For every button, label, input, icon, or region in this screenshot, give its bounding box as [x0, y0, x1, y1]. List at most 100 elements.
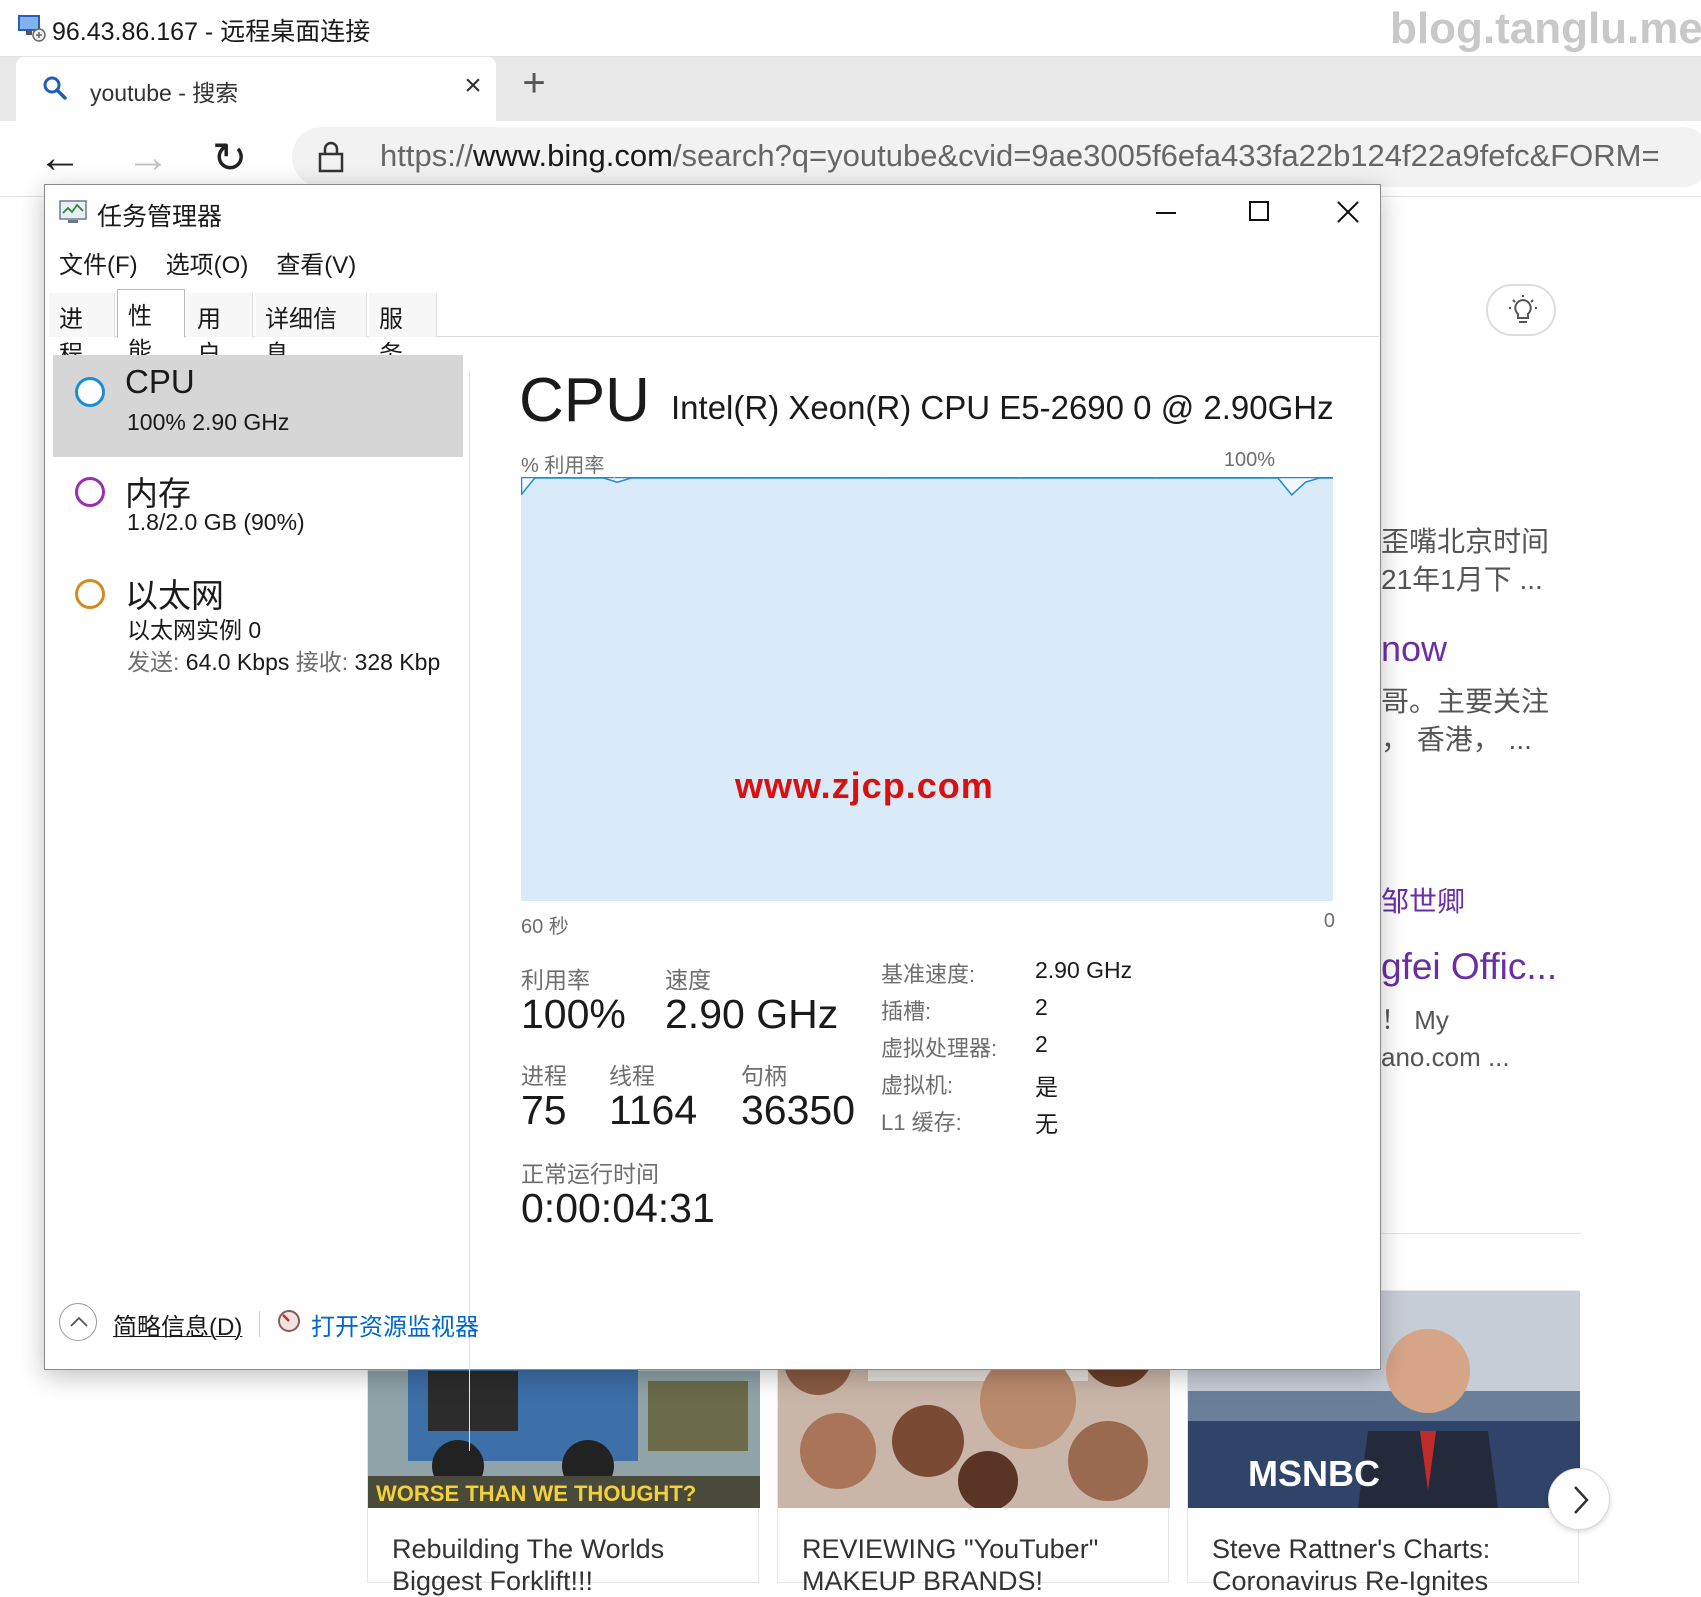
processes-label: 进程: [521, 1063, 567, 1089]
graph-time-end: 0: [1323, 910, 1335, 932]
url-text: https://www.bing.com/search?q=youtube&cv…: [380, 138, 1660, 174]
utilization-value: 100%: [521, 991, 626, 1037]
lightbulb-icon: [1509, 295, 1537, 323]
spec-label-virtual-processors: 虚拟处理器:: [881, 1036, 998, 1061]
video-thumb-caption-3: MSNBC: [1248, 1453, 1380, 1494]
menu-file[interactable]: 文件(F): [59, 245, 138, 279]
bing-snippet-text[interactable]: now: [1381, 628, 1447, 670]
spec-label-l1-cache: L1 缓存:: [881, 1110, 962, 1135]
graph-max-label: 100%: [1223, 449, 1275, 471]
results-divider: [1381, 1233, 1581, 1234]
carousel-next-button[interactable]: [1548, 1468, 1610, 1530]
new-tab-button[interactable]: +: [512, 61, 556, 106]
spec-value-l1-cache: 无: [1035, 1111, 1058, 1137]
url-path: /search?q=youtube&cvid=9ae3005f6efa433fa…: [672, 138, 1660, 173]
task-manager-app-icon: [59, 200, 87, 223]
tab-performance[interactable]: 性能: [117, 289, 185, 365]
url-scheme: https://: [380, 138, 474, 173]
resource-name: 内存: [125, 475, 191, 512]
resource-list: CPU 100% 2.90 GHz 内存 1.8/2.0 GB (90%) 以太…: [53, 355, 463, 1275]
cpu-utilization-graph: [521, 477, 1333, 901]
close-button[interactable]: [1315, 189, 1381, 237]
chevron-right-icon: [1574, 1486, 1589, 1514]
task-manager-window: 任务管理器 文件(F) 选项(O) 查看(V) 进程 性能 用户 详细信息 服务…: [44, 184, 1381, 1451]
cpu-heading: CPU: [519, 366, 650, 435]
video-title-2: REVIEWING "YouTuber" MAKEUP BRANDS!: [802, 1534, 1099, 1596]
bing-snippet-text[interactable]: gfei Offic...: [1381, 946, 1557, 988]
bing-snippet-text: ！ My: [1381, 1005, 1449, 1035]
resource-monitor-icon: [278, 1310, 300, 1332]
browser-tab-youtube-search[interactable]: youtube - 搜索 ×: [16, 57, 496, 121]
resource-item-memory[interactable]: 内存 1.8/2.0 GB (90%): [53, 459, 463, 559]
resource-item-ethernet[interactable]: 以太网 以太网实例 0 发送: 64.0 Kbps 接收: 328 Kbp: [53, 561, 463, 691]
tab-services[interactable]: 服务: [369, 293, 437, 368]
bing-snippet-text: 哥。主要关注: [1381, 686, 1550, 717]
url-host: www.bing.com: [473, 138, 673, 173]
receive-label: 接收:: [295, 649, 349, 675]
lock-icon: [318, 141, 344, 173]
refresh-button[interactable]: ↻: [212, 133, 247, 182]
close-icon: [1337, 201, 1359, 223]
send-value: 64.0 Kbps: [185, 649, 290, 675]
spec-value-base-speed: 2.90 GHz: [1035, 957, 1133, 983]
task-manager-tabs: 进程 性能 用户 详细信息 服务: [49, 289, 1379, 368]
maximize-button[interactable]: [1223, 189, 1295, 237]
task-manager-footer: 简略信息(D) 打开资源监视器: [45, 1285, 1380, 1369]
fewer-details-link[interactable]: 简略信息(D): [113, 1307, 242, 1342]
graph-watermark: www.zjcp.com: [735, 765, 994, 806]
ethernet-indicator-icon: [75, 579, 105, 609]
resource-usage: 100% 2.90 GHz: [127, 409, 290, 435]
menu-view[interactable]: 查看(V): [276, 245, 356, 279]
send-label: 发送:: [127, 649, 180, 675]
resource-throughput: 发送: 64.0 Kbps 接收: 328 Kbp: [127, 643, 440, 677]
forward-button[interactable]: →: [126, 133, 170, 183]
speed-label: 速度: [665, 967, 711, 993]
cpu-model: Intel(R) Xeon(R) CPU E5-2690 0 @ 2.90GHz: [671, 389, 1334, 426]
spec-label-base-speed: 基准速度:: [881, 962, 976, 987]
fewer-details-button[interactable]: [59, 1303, 97, 1341]
rdp-title-bar: 96.43.86.167 - 远程桌面连接 blog.tanglu.me: [0, 0, 1701, 57]
tab-processes[interactable]: 进程: [49, 293, 115, 368]
search-icon: [43, 76, 67, 100]
address-bar[interactable]: https://www.bing.com/search?q=youtube&cv…: [292, 127, 1701, 187]
spec-label-sockets: 插槽:: [881, 999, 932, 1024]
bing-snippet-text: ， 香港， ...: [1381, 724, 1532, 755]
bing-snippet-text[interactable]: 邹世卿: [1381, 880, 1465, 920]
video-thumb-caption-1: WORSE THAN WE THOUGHT?: [376, 1481, 696, 1506]
processes-value: 75: [521, 1087, 567, 1133]
browser-tab-label: youtube - 搜索: [90, 80, 239, 106]
resource-usage: 1.8/2.0 GB (90%): [127, 509, 305, 535]
resource-item-cpu[interactable]: CPU 100% 2.90 GHz: [53, 355, 463, 457]
utilization-area: [521, 478, 1333, 901]
back-button[interactable]: ←: [38, 133, 82, 183]
rewards-bulb-button[interactable]: [1486, 284, 1556, 336]
memory-indicator-icon: [75, 477, 105, 507]
menu-options[interactable]: 选项(O): [166, 245, 249, 279]
tab-users[interactable]: 用户: [187, 293, 253, 368]
task-manager-menu-bar: 文件(F) 选项(O) 查看(V): [59, 245, 356, 279]
spec-label-virtual-machine: 虚拟机:: [881, 1073, 954, 1098]
bing-snippet-text: 21年1月下 ...: [1381, 564, 1543, 595]
open-resource-monitor-link[interactable]: 打开资源监视器: [311, 1307, 479, 1342]
minimize-button[interactable]: [1130, 189, 1202, 237]
receive-value: 328 Kbp: [354, 649, 441, 675]
spec-value-virtual-machine: 是: [1035, 1074, 1058, 1100]
resource-name: CPU: [125, 363, 195, 400]
spec-value-virtual-processors: 2: [1035, 1031, 1048, 1057]
footer-separator: [259, 1311, 260, 1337]
tab-details[interactable]: 详细信息: [255, 293, 367, 368]
uptime-label: 正常运行时间: [521, 1161, 659, 1187]
handles-value: 36350: [741, 1087, 856, 1133]
blog-watermark: blog.tanglu.me: [1390, 4, 1701, 53]
spec-value-sockets: 2: [1035, 994, 1048, 1020]
task-manager-title: 任务管理器: [97, 203, 223, 231]
threads-label: 线程: [609, 1063, 655, 1089]
threads-value: 1164: [609, 1087, 698, 1133]
resource-name: 以太网: [125, 577, 224, 614]
video-title-3: Steve Rattner's Charts: Coronavirus Re-I…: [1212, 1534, 1491, 1596]
resource-adapter: 以太网实例 0: [127, 617, 262, 643]
tab-close-button[interactable]: ×: [456, 69, 490, 107]
chevron-up-icon: [70, 1316, 88, 1327]
graph-time-start: 60 秒: [521, 916, 569, 938]
utilization-label: 利用率: [521, 967, 590, 993]
